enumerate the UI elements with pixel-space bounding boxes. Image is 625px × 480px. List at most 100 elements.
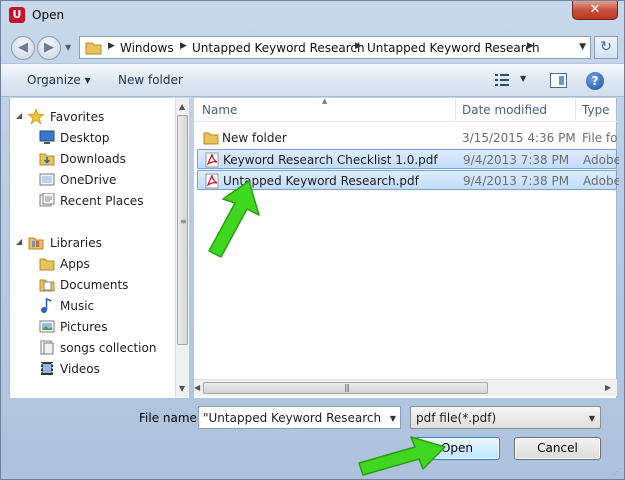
- scroll-right-icon[interactable]: ▶: [605, 383, 611, 392]
- nav-item-label: Music: [60, 299, 95, 313]
- nav-favorites[interactable]: ◢ Favorites: [10, 107, 170, 127]
- recent-places-icon: [39, 193, 55, 207]
- filter-dropdown-icon[interactable]: ▼: [589, 414, 595, 423]
- column-header-date[interactable]: Date modified: [462, 103, 547, 117]
- desktop-icon: [39, 130, 55, 144]
- nav-item-downloads[interactable]: Downloads: [10, 149, 170, 169]
- file-type: File fol: [582, 131, 618, 145]
- back-button[interactable]: ◀: [11, 36, 35, 60]
- grip-icon: |||: [344, 383, 350, 392]
- nav-item-label: songs collection: [60, 341, 157, 355]
- views-icon[interactable]: [495, 74, 509, 86]
- breadcrumb-untapped-2[interactable]: Untapped Keyword Research: [367, 41, 540, 55]
- dialog-title: Open: [32, 8, 65, 22]
- nav-item-songs-collection[interactable]: songs collection: [10, 338, 170, 358]
- forward-button[interactable]: ▶: [37, 36, 61, 60]
- sort-indicator-icon: ▲: [322, 97, 328, 105]
- app-icon: U: [9, 7, 25, 23]
- file-type-filter[interactable]: pdf file(*.pdf) ▼: [410, 406, 601, 429]
- file-name-value[interactable]: "Untapped Keyword Research.pdf": [203, 411, 381, 425]
- nav-item-onedrive[interactable]: OneDrive: [10, 170, 170, 190]
- nav-item-apps[interactable]: Apps: [10, 254, 170, 274]
- address-dropdown-icon[interactable]: ▼: [579, 42, 586, 52]
- nav-item-videos[interactable]: Videos: [10, 359, 170, 379]
- horizontal-scrollbar[interactable]: ◀ ||| ▶: [194, 379, 617, 396]
- scroll-up-icon[interactable]: ▲: [179, 102, 185, 111]
- crumb-separator-icon[interactable]: ▶: [108, 41, 115, 51]
- file-row-new-folder[interactable]: New folder 3/15/2015 4:36 PM File fol: [197, 128, 618, 148]
- library-icon: [40, 340, 54, 355]
- column-divider[interactable]: [575, 98, 576, 122]
- file-date: 9/4/2013 7:38 PM: [463, 153, 570, 167]
- nav-item-music[interactable]: Music: [10, 296, 170, 316]
- nav-item-label: OneDrive: [60, 173, 117, 187]
- pdf-icon: [205, 152, 219, 168]
- crumb-separator-icon[interactable]: ▶: [355, 41, 362, 51]
- horizontal-scroll-thumb[interactable]: |||: [203, 382, 488, 394]
- file-name: Keyword Research Checklist 1.0.pdf: [223, 153, 438, 167]
- column-header-row: ▲ Name Date modified Type: [194, 97, 617, 122]
- file-list: ▲ Name Date modified Type New folder 3/1…: [194, 97, 619, 398]
- downloads-folder-icon: [39, 153, 55, 166]
- address-row: ◀ ▶ ▼ ▶ Windows ▶ Untapped Keyword Resea…: [1, 31, 624, 63]
- music-icon: [41, 298, 52, 313]
- command-toolbar: Organize ▾ New folder ▼ ?: [1, 63, 624, 97]
- file-name: Untapped Keyword Research.pdf: [223, 174, 419, 188]
- refresh-icon: ↻: [600, 39, 612, 55]
- refresh-button[interactable]: ↻: [594, 36, 618, 59]
- views-dropdown-icon[interactable]: ▼: [520, 74, 526, 83]
- file-row-untapped-pdf[interactable]: Untapped Keyword Research.pdf 9/4/2013 7…: [197, 170, 619, 190]
- column-header-type[interactable]: Type: [582, 103, 610, 117]
- file-name-dropdown-icon[interactable]: ▼: [390, 414, 396, 423]
- file-date: 3/15/2015 4:36 PM: [462, 131, 576, 145]
- pdf-icon: [205, 173, 219, 189]
- address-bar[interactable]: ▶ Windows ▶ Untapped Keyword Research ▶ …: [79, 36, 591, 59]
- file-name-input[interactable]: "Untapped Keyword Research.pdf" ▼: [198, 406, 401, 429]
- scroll-down-icon[interactable]: ▼: [179, 384, 185, 393]
- grip-icon: ≡: [180, 217, 187, 226]
- resize-grip-icon[interactable]: ⋰: [613, 467, 621, 476]
- videos-icon: [41, 362, 53, 375]
- nav-item-label: Recent Places: [60, 194, 144, 208]
- breadcrumb-windows[interactable]: Windows: [120, 41, 174, 55]
- recent-locations-dropdown[interactable]: ▼: [65, 43, 71, 52]
- nav-scrollbar[interactable]: ▲ ≡ ▼: [175, 98, 189, 398]
- help-icon[interactable]: ?: [586, 72, 604, 90]
- nav-item-pictures[interactable]: Pictures: [10, 317, 170, 337]
- column-header-name[interactable]: Name: [202, 103, 237, 117]
- scroll-left-icon[interactable]: ◀: [194, 383, 200, 392]
- nav-item-desktop[interactable]: Desktop: [10, 128, 170, 148]
- new-folder-button[interactable]: New folder: [118, 73, 183, 87]
- libraries-icon: [28, 237, 44, 250]
- breadcrumb-untapped-1[interactable]: Untapped Keyword Research: [192, 41, 365, 55]
- file-date: 9/4/2013 7:38 PM: [463, 174, 570, 188]
- forward-arrow-icon: ▶: [44, 40, 54, 55]
- file-type-filter-value: pdf file(*.pdf): [416, 411, 497, 425]
- nav-item-label: Pictures: [60, 320, 108, 334]
- nav-scroll-thumb[interactable]: ≡: [177, 115, 188, 345]
- column-divider[interactable]: [455, 98, 456, 122]
- close-button[interactable]: ✕: [572, 1, 618, 20]
- file-row-checklist-pdf[interactable]: Keyword Research Checklist 1.0.pdf 9/4/2…: [197, 149, 619, 169]
- nav-item-label: Desktop: [60, 131, 110, 145]
- nav-item-label: Apps: [60, 257, 90, 271]
- crumb-separator-icon[interactable]: ▶: [527, 41, 534, 51]
- open-button[interactable]: Open: [414, 437, 500, 460]
- nav-favorites-label: Favorites: [50, 110, 105, 124]
- file-name: New folder: [222, 131, 287, 145]
- nav-item-label: Downloads: [60, 152, 126, 166]
- nav-item-documents[interactable]: Documents: [10, 275, 170, 295]
- folder-icon: [39, 258, 55, 271]
- crumb-separator-icon[interactable]: ▶: [180, 41, 187, 51]
- open-dialog: U Open ✕ ◀ ▶ ▼ ▶ Windows ▶ Untapped Keyw…: [0, 0, 625, 480]
- nav-item-label: Videos: [60, 362, 100, 376]
- back-arrow-icon: ◀: [18, 40, 28, 55]
- nav-item-recent-places[interactable]: Recent Places: [10, 191, 170, 211]
- cancel-button[interactable]: Cancel: [514, 437, 601, 460]
- preview-pane-icon[interactable]: [550, 73, 567, 88]
- title-bar[interactable]: U Open ✕: [1, 1, 624, 31]
- onedrive-icon: [39, 173, 55, 186]
- organize-button[interactable]: Organize ▾: [27, 73, 91, 87]
- star-icon: [28, 109, 44, 124]
- nav-libraries[interactable]: ◢ Libraries: [10, 233, 170, 253]
